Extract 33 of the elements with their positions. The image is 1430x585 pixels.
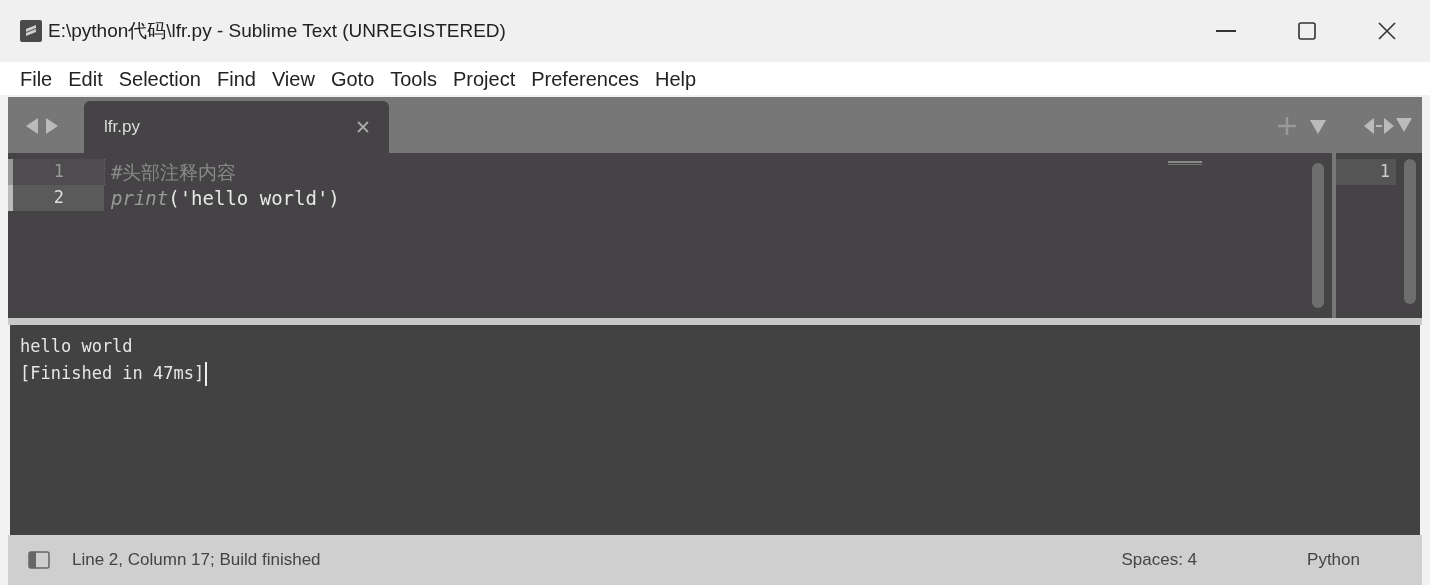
menu-item[interactable]: View (271, 68, 322, 89)
maximize-icon[interactable] (1298, 22, 1316, 40)
text-cursor (205, 361, 208, 386)
line-number: 1 (8, 159, 104, 185)
menu-item[interactable]: File (20, 68, 60, 89)
menu-item[interactable]: Find (217, 68, 263, 89)
scrollbar[interactable] (1312, 163, 1324, 308)
menu-item[interactable]: Selection (118, 68, 208, 89)
line-number: 2 (8, 185, 104, 211)
output-line: hello world (20, 334, 133, 358)
close-icon[interactable] (1378, 22, 1396, 40)
menu-item[interactable]: Project (452, 68, 523, 89)
pane-nav-icon[interactable] (1364, 118, 1414, 134)
sidebar-toggle-icon[interactable] (28, 551, 50, 569)
menu-item[interactable]: Help (655, 68, 704, 89)
menu-item[interactable]: Preferences (531, 68, 647, 89)
menu-item[interactable]: Tools (390, 68, 444, 89)
file-tab[interactable]: lfr.py (84, 101, 389, 153)
scrollbar[interactable] (1404, 159, 1416, 304)
plus-icon[interactable] (1278, 117, 1296, 135)
code-line: print('hello world') (111, 185, 340, 211)
indentation-status[interactable]: Spaces: 4 (1121, 547, 1198, 573)
status-message: Line 2, Column 17; Build finished (72, 549, 321, 572)
menu-item[interactable]: Edit (68, 68, 110, 89)
code-line: #头部注释内容 (111, 159, 238, 185)
dropdown-icon[interactable] (1310, 120, 1326, 134)
window-title: E:\python代码\lfr.py - Sublime Text (UNREGISTERED) (48, 18, 506, 43)
line-number: 1 (1336, 159, 1396, 185)
app-logo-icon (20, 20, 42, 42)
minimap-drawing (1168, 161, 1202, 166)
syntax-status[interactable]: Python (1307, 547, 1360, 573)
output-line: [Finished in 47ms] (20, 361, 205, 385)
menu-item[interactable]: Goto (330, 68, 382, 89)
